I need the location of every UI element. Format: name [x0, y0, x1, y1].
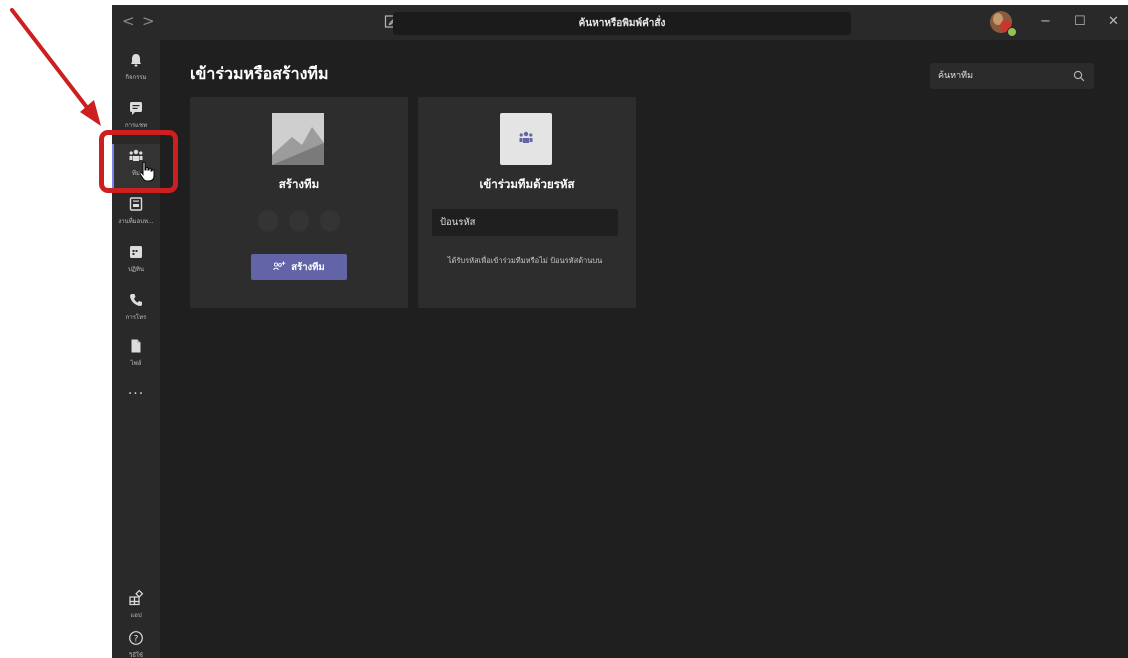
command-search-bar[interactable]: ค้นหาหรือพิมพ์คำสั่ง: [393, 12, 851, 35]
rail-item-calls[interactable]: การโทร: [112, 288, 160, 334]
rail-item-label: วิธีใช้: [128, 652, 144, 658]
join-team-card[interactable]: เข้าร่วมทีมด้วยรหัส ได้รับรหัสเพื่อเข้าร…: [418, 97, 636, 308]
add-team-icon: [273, 261, 286, 270]
rail-item-calendar[interactable]: ปฏิทิน: [112, 240, 160, 286]
member-placeholder-icon: [289, 210, 309, 232]
create-team-card-title: สร้างทีม: [278, 177, 320, 191]
team-image-placeholder-icon: [272, 113, 324, 165]
help-glyph: ?: [134, 634, 139, 644]
teams-icon: [519, 131, 533, 143]
apps-icon: [129, 590, 144, 606]
search-icon[interactable]: [1073, 70, 1085, 82]
minimize-button[interactable]: −: [1040, 14, 1051, 29]
page-title: เข้าร่วมหรือสร้างทีม: [190, 64, 329, 83]
title-bar: < > ค้นหาหรือพิมพ์คำสั่ง − ☐ ✕: [112, 5, 1128, 40]
member-placeholder-icon: [258, 210, 278, 232]
rail-item-help[interactable]: ? วิธีใช้: [112, 626, 160, 658]
more-apps-ellipsis[interactable]: ...: [112, 382, 160, 398]
presence-available-icon: [1007, 27, 1017, 37]
rail-item-label: ไฟล์: [130, 360, 142, 367]
rail-item-label: แอป: [130, 612, 142, 619]
join-code-hint: ได้รับรหัสเพื่อเข้าร่วมทีมหรือไม่ ป้อนรห…: [447, 256, 603, 265]
search-teams-input[interactable]: [930, 63, 1094, 89]
rail-item-label: การโทร: [125, 314, 147, 321]
file-icon: [131, 339, 141, 353]
team-code-input[interactable]: [432, 209, 618, 236]
member-placeholder-icon: [320, 210, 340, 232]
create-team-button[interactable]: สร้างทีม: [251, 254, 347, 280]
teams-window: < > ค้นหาหรือพิมพ์คำสั่ง − ☐ ✕ กิจกรรม ก…: [112, 5, 1128, 658]
join-team-card-title: เข้าร่วมทีมด้วยรหัส: [479, 177, 575, 191]
maximize-button[interactable]: ☐: [1074, 14, 1086, 29]
calendar-icon: [130, 246, 142, 258]
rail-item-label: งานที่มอบห...: [118, 218, 154, 225]
rail-item-label: ปฏิทิน: [128, 266, 144, 273]
create-team-card[interactable]: สร้างทีม สร้างทีม: [190, 97, 408, 308]
join-team-icon-tile: [500, 113, 552, 165]
create-team-button-label: สร้างทีม: [291, 261, 325, 273]
help-icon: ?: [129, 631, 143, 645]
hand-cursor-icon: [139, 161, 155, 182]
close-button[interactable]: ✕: [1108, 14, 1119, 29]
phone-icon: [130, 294, 142, 306]
rail-item-files[interactable]: ไฟล์: [112, 334, 160, 380]
